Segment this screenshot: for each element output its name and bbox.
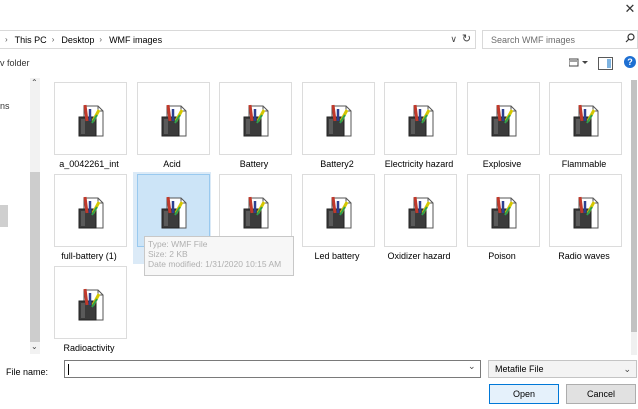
file-grid: a_0042261_int Acid Battery Battery2 Electric… xyxy=(50,80,635,360)
scroll-up-icon[interactable]: ⌃ xyxy=(31,78,38,87)
file-name[interactable]: Electricity hazard xyxy=(376,159,462,169)
file-item[interactable]: Explosive xyxy=(463,80,541,172)
search-box[interactable]: Search WMF images xyxy=(482,30,638,49)
wmf-file-icon[interactable] xyxy=(302,82,375,155)
file-name[interactable]: Explosive xyxy=(459,159,545,169)
wmf-file-icon[interactable] xyxy=(54,82,127,155)
new-folder-button[interactable]: v folder xyxy=(0,58,30,68)
file-name-input[interactable] xyxy=(69,362,459,376)
file-name[interactable]: Poison xyxy=(459,251,545,261)
help-icon[interactable]: ? xyxy=(624,56,636,68)
file-item[interactable]: Acid xyxy=(133,80,211,172)
breadcrumb-wmf-images[interactable]: WMF images xyxy=(109,35,162,45)
file-item[interactable]: full-battery (1) xyxy=(50,172,128,264)
file-name-field[interactable] xyxy=(64,360,481,378)
address-dropdown-icon[interactable]: ∨ xyxy=(450,34,457,45)
wmf-file-icon[interactable] xyxy=(384,174,457,247)
file-name[interactable]: Oxidizer hazard xyxy=(376,251,462,261)
file-name-label: File name: xyxy=(6,367,49,377)
file-type-value[interactable]: Metafile File xyxy=(495,364,623,374)
file-name[interactable]: a_0042261_int xyxy=(46,159,132,169)
file-name[interactable]: Battery2 xyxy=(294,159,380,169)
tooltip-size: Size: 2 KB xyxy=(148,249,188,259)
open-button[interactable]: Open xyxy=(489,384,559,404)
chevron-right-icon: › xyxy=(51,35,55,44)
chevron-down-icon[interactable]: ⌄ xyxy=(623,364,631,375)
chevron-right-icon: › xyxy=(99,35,103,44)
file-item[interactable]: Radio waves xyxy=(545,172,623,264)
file-name-dropdown-icon[interactable]: ⌄ xyxy=(468,361,476,372)
file-item[interactable]: Led battery xyxy=(298,172,376,264)
wmf-file-icon[interactable] xyxy=(219,82,292,155)
file-item[interactable]: Electricity hazard xyxy=(380,80,458,172)
file-item[interactable]: a_0042261_int xyxy=(50,80,128,172)
file-grid-scroll-thumb[interactable] xyxy=(631,80,637,332)
search-icon[interactable] xyxy=(623,33,637,46)
wmf-file-icon[interactable] xyxy=(549,82,622,155)
wmf-file-icon[interactable] xyxy=(467,174,540,247)
wmf-file-icon[interactable] xyxy=(54,266,127,339)
wmf-file-icon[interactable] xyxy=(467,82,540,155)
file-name[interactable]: Battery xyxy=(211,159,297,169)
file-tooltip: Type: WMF File Size: 2 KB Date modified:… xyxy=(144,236,294,276)
nav-pane-selection[interactable] xyxy=(0,205,8,227)
wmf-file-icon[interactable] xyxy=(302,174,375,247)
breadcrumb-this-pc[interactable]: This PC xyxy=(15,35,47,45)
file-name[interactable]: Radio waves xyxy=(541,251,627,261)
file-item[interactable]: Radioactivity xyxy=(50,264,128,356)
chevron-right-icon: › xyxy=(5,35,8,44)
close-icon[interactable]: ✕ xyxy=(624,2,636,16)
file-item[interactable]: Flammable xyxy=(545,80,623,172)
file-name[interactable]: Flammable xyxy=(541,159,627,169)
file-item[interactable]: Poison xyxy=(463,172,541,264)
wmf-file-icon[interactable] xyxy=(137,82,210,155)
tooltip-type: Type: WMF File xyxy=(148,239,208,249)
text-caret xyxy=(68,364,69,375)
file-item[interactable]: Oxidizer hazard xyxy=(380,172,458,264)
breadcrumb-desktop[interactable]: Desktop xyxy=(61,35,94,45)
file-name[interactable]: full-battery (1) xyxy=(46,251,132,261)
view-options-button[interactable] xyxy=(568,57,589,69)
address-bar[interactable]: › This PC › Desktop › WMF images ∨ xyxy=(0,30,476,49)
wmf-file-icon[interactable] xyxy=(54,174,127,247)
wmf-file-icon[interactable] xyxy=(549,174,622,247)
wmf-file-icon[interactable] xyxy=(384,82,457,155)
preview-pane-icon[interactable] xyxy=(598,57,613,70)
nav-pane-item[interactable]: ns xyxy=(0,101,10,111)
file-item[interactable]: Battery xyxy=(215,80,293,172)
file-name[interactable]: Acid xyxy=(129,159,215,169)
search-placeholder[interactable]: Search WMF images xyxy=(491,35,623,45)
file-name[interactable]: Led battery xyxy=(294,251,380,261)
cancel-button[interactable]: Cancel xyxy=(566,384,636,404)
tooltip-modified: Date modified: 1/31/2020 10:15 AM xyxy=(148,259,282,269)
file-name[interactable]: Radioactivity xyxy=(46,343,132,353)
nav-pane-scroll-thumb[interactable] xyxy=(30,172,40,342)
refresh-icon[interactable]: ↻ xyxy=(458,31,475,48)
scroll-down-icon[interactable]: ⌄ xyxy=(31,342,38,351)
file-type-select[interactable]: Metafile File ⌄ xyxy=(488,360,637,378)
file-item[interactable]: Battery2 xyxy=(298,80,376,172)
